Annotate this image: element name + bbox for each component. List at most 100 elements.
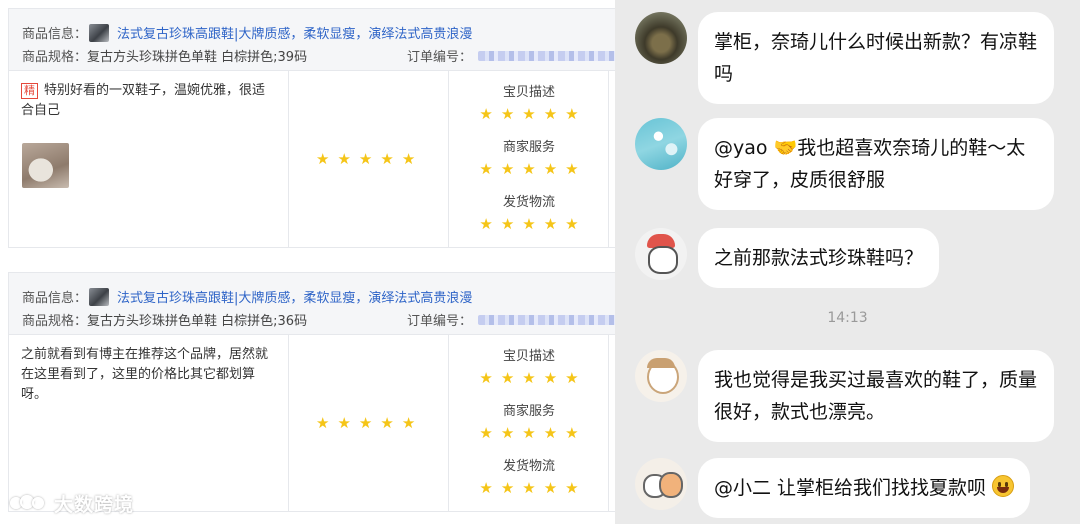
star-icon: ★ [337, 150, 351, 168]
star-icon: ★ [500, 479, 515, 497]
review-text: 特别好看的一双鞋子，温婉优雅，很适合自己 [21, 83, 266, 118]
star-icon: ★ [479, 215, 493, 233]
watermark: 大数跨境 [8, 490, 134, 517]
overall-stars: ★ ★ ★ ★ ★ [316, 415, 415, 431]
product-thumbnail[interactable] [89, 287, 110, 306]
watermark-text: 大数跨境 [54, 494, 135, 516]
star-icon: ★ [522, 160, 536, 178]
star-icon: ★ [337, 414, 351, 432]
star-icon: ★ [316, 414, 330, 432]
rating-stars: ★ ★ ★ ★ ★ [449, 216, 609, 232]
star-icon: ★ [565, 369, 579, 387]
chat-bubble[interactable]: @yao 🤝我也超喜欢奈琦儿的鞋～太好穿了，皮质很舒服 [698, 118, 1054, 210]
rating-stars: ★ ★ ★ ★ ★ [449, 161, 609, 177]
review-card: 商品信息： 法式复古珍珠高跟鞋|大牌质感，柔软显瘦，演绎法式高贵浪漫 商品规格：… [8, 272, 615, 512]
rating-description: 宝贝描述 ★ ★ ★ ★ ★ [449, 348, 609, 386]
product-title-link[interactable]: 法式复古珍珠高跟鞋|大牌质感，柔软显瘦，演绎法式高贵浪漫 [117, 287, 472, 306]
mention-prefix: @yao [714, 137, 774, 159]
product-spec-row: 商品规格： 复古方头珍珠拼色单鞋 白棕拼色;36码 [22, 310, 307, 329]
chat-bubble[interactable]: 之前那款法式珍珠鞋吗？ [698, 228, 940, 288]
avatar[interactable] [635, 12, 687, 64]
star-icon: ★ [543, 160, 558, 178]
product-thumbnail[interactable] [89, 23, 110, 42]
watermark-logo-icon [8, 493, 48, 515]
star-icon: ★ [479, 479, 493, 497]
chat-bubble[interactable]: 我也觉得是我买过最喜欢的鞋了，质量很好，款式也漂亮。 [698, 350, 1054, 442]
avatar[interactable] [635, 118, 687, 170]
chat-message: 我也觉得是我买过最喜欢的鞋了，质量很好，款式也漂亮。 [635, 350, 1054, 442]
rating-service: 商家服务 ★ ★ ★ ★ ★ [449, 403, 609, 441]
product-info-label: 商品信息： [22, 27, 88, 42]
star-icon: ★ [479, 160, 493, 178]
chat-bubble[interactable]: @小二 让掌柜给我们找找夏款呗 [698, 458, 1031, 518]
product-info-row: 商品信息： 法式复古珍珠高跟鞋|大牌质感，柔软显瘦，演绎法式高贵浪漫 [22, 287, 472, 306]
rating-stars: ★ ★ ★ ★ ★ [449, 106, 609, 122]
star-icon: ★ [401, 150, 416, 168]
star-icon: ★ [479, 424, 493, 442]
rating-label: 宝贝描述 [502, 349, 555, 364]
star-icon: ★ [522, 215, 536, 233]
review-content: 精特别好看的一双鞋子，温婉优雅，很适合自己 [9, 71, 289, 247]
star-icon: ★ [543, 105, 558, 123]
star-icon: ★ [500, 215, 515, 233]
review-text: 之前就看到有博主在推荐这个品牌，居然就在这里看到了，这里的价格比其它都划算呀。 [21, 347, 269, 402]
star-icon: ★ [565, 479, 579, 497]
message-text: 掌柜，奈琦儿什么时候出新款？有凉鞋吗 [714, 31, 1038, 85]
order-label: 订单编号： [407, 50, 473, 65]
spec-value: 复古方头珍珠拼色单鞋 白棕拼色;39码 [87, 50, 308, 65]
overall-stars: ★ ★ ★ ★ ★ [316, 151, 415, 167]
chat-message: 掌柜，奈琦儿什么时候出新款？有凉鞋吗 [635, 12, 1054, 104]
avatar[interactable] [635, 458, 687, 510]
star-icon: ★ [543, 215, 558, 233]
detail-ratings: 宝贝描述 ★ ★ ★ ★ ★ 商家服务 ★ ★ ★ ★ ★ 发货物流 ★ ★ ★ ★ ★ [449, 71, 609, 247]
star-icon: ★ [358, 150, 373, 168]
star-icon: ★ [522, 479, 536, 497]
star-icon: ★ [479, 105, 493, 123]
star-icon: ★ [500, 105, 515, 123]
chat-panel: 掌柜，奈琦儿什么时候出新款？有凉鞋吗 @yao 🤝我也超喜欢奈琦儿的鞋～太好穿了… [615, 0, 1080, 524]
rating-description: 宝贝描述 ★ ★ ★ ★ ★ [449, 84, 609, 122]
star-icon: ★ [479, 369, 493, 387]
star-icon: ★ [500, 424, 515, 442]
rating-label: 商家服务 [502, 404, 555, 419]
order-number-row: 订单编号： [407, 46, 615, 65]
spec-label: 商品规格： [22, 50, 88, 65]
product-title-link[interactable]: 法式复古珍珠高跟鞋|大牌质感，柔软显瘦，演绎法式高贵浪漫 [117, 23, 472, 42]
avatar[interactable] [635, 350, 687, 402]
star-icon: ★ [380, 414, 394, 432]
rating-stars: ★ ★ ★ ★ ★ [449, 425, 609, 441]
star-icon: ★ [565, 105, 579, 123]
order-number-row: 订单编号： [407, 310, 615, 329]
rating-logistics: 发货物流 ★ ★ ★ ★ ★ [449, 458, 609, 496]
product-info-label: 商品信息： [22, 291, 88, 306]
order-label: 订单编号： [407, 314, 473, 329]
star-icon: ★ [500, 160, 515, 178]
rating-label: 商家服务 [502, 140, 555, 155]
rating-label: 发货物流 [502, 195, 555, 210]
rating-logistics: 发货物流 ★ ★ ★ ★ ★ [449, 194, 609, 232]
rating-stars: ★ ★ ★ ★ ★ [449, 370, 609, 386]
message-text: 我也觉得是我买过最喜欢的鞋了，质量很好，款式也漂亮。 [714, 369, 1038, 423]
product-info-row: 商品信息： 法式复古珍珠高跟鞋|大牌质感，柔软显瘦，演绎法式高贵浪漫 [22, 23, 472, 42]
star-icon: ★ [565, 424, 579, 442]
rating-label: 宝贝描述 [502, 85, 555, 100]
star-icon: ★ [358, 414, 373, 432]
star-icon: ★ [316, 150, 330, 168]
chat-message: @yao 🤝我也超喜欢奈琦儿的鞋～太好穿了，皮质很舒服 [635, 118, 1054, 210]
handshake-emoji-icon: 🤝 [773, 137, 798, 159]
review-header: 商品信息： 法式复古珍珠高跟鞋|大牌质感，柔软显瘦，演绎法式高贵浪漫 商品规格：… [9, 9, 615, 71]
chat-bubble[interactable]: 掌柜，奈琦儿什么时候出新款？有凉鞋吗 [698, 12, 1054, 104]
order-number-redacted [478, 314, 615, 325]
review-photo[interactable] [22, 143, 69, 188]
star-icon: ★ [543, 479, 558, 497]
star-icon: ★ [565, 160, 579, 178]
star-icon: ★ [522, 424, 536, 442]
review-panel: 商品信息： 法式复古珍珠高跟鞋|大牌质感，柔软显瘦，演绎法式高贵浪漫 商品规格：… [0, 0, 615, 524]
chat-message: @小二 让掌柜给我们找找夏款呗 [635, 458, 1031, 518]
review-content: 之前就看到有博主在推荐这个品牌，居然就在这里看到了，这里的价格比其它都划算呀。 [9, 335, 289, 511]
order-number-redacted [478, 50, 615, 61]
rating-label: 发货物流 [502, 459, 555, 474]
avatar[interactable] [635, 228, 687, 280]
overall-rating: ★ ★ ★ ★ ★ [289, 71, 449, 247]
review-body: 精特别好看的一双鞋子，温婉优雅，很适合自己 ★ ★ ★ ★ ★ 宝贝描述 ★ ★ ★ ★ ★ 商… [9, 71, 615, 247]
